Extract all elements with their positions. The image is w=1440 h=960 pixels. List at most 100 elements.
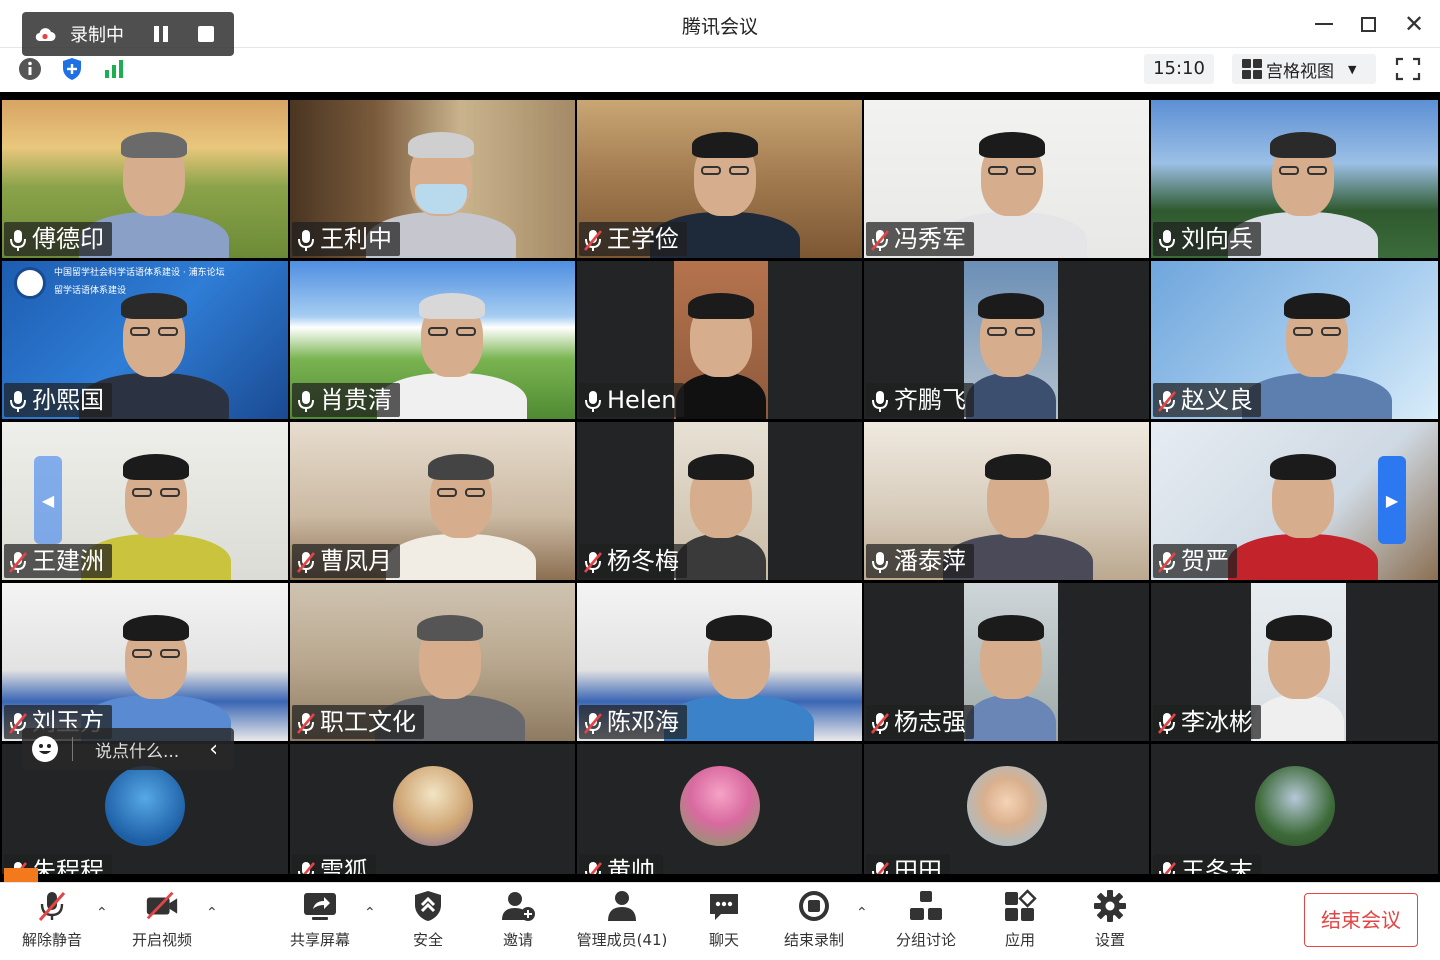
mic-icon xyxy=(8,388,28,412)
fullscreen-button[interactable] xyxy=(1394,56,1422,82)
settings-button[interactable]: 设置 xyxy=(1060,889,1160,951)
participant-name: 齐鹏飞 xyxy=(894,386,966,414)
participant-tile[interactable]: 赵义良 xyxy=(1151,261,1438,419)
manage-members-label: 管理成员(41) xyxy=(576,931,668,949)
security-status-button[interactable] xyxy=(58,56,86,82)
maximize-button[interactable] xyxy=(1350,10,1386,38)
breakout-rooms-button[interactable]: 分组讨论 xyxy=(876,889,976,951)
recording-label: 录制中 xyxy=(70,25,124,46)
mic-muted-icon xyxy=(583,859,603,874)
end-recording-button[interactable]: 结束录制 xyxy=(764,889,864,951)
mic-muted-icon xyxy=(583,710,603,734)
gear-icon xyxy=(1094,890,1126,922)
next-page-button[interactable]: ▶ xyxy=(1378,456,1406,544)
close-button[interactable]: ✕ xyxy=(1396,10,1432,38)
participant-avatar xyxy=(966,766,1047,846)
emoji-icon[interactable] xyxy=(32,736,58,762)
participant-name: 李冰彬 xyxy=(1181,708,1253,736)
chat-input[interactable]: 说点什么... xyxy=(95,737,179,762)
participant-name-tag: 职工文化 xyxy=(292,705,424,739)
participant-tile[interactable]: 黄帅 xyxy=(577,744,862,874)
unmute-button[interactable]: 解除静音 xyxy=(2,889,102,951)
participant-name-tag: Helen xyxy=(579,383,685,417)
video-options-caret[interactable]: ⌃ xyxy=(206,905,222,921)
participant-name-tag: 冯秀军 xyxy=(866,222,974,256)
pause-recording-button[interactable] xyxy=(154,26,170,42)
participant-name: 傅德印 xyxy=(32,225,104,253)
apps-label: 应用 xyxy=(1004,931,1035,949)
participant-tile[interactable]: 潘泰萍 xyxy=(864,422,1149,580)
participant-name-tag: 雪狐 xyxy=(292,854,376,874)
mic-icon xyxy=(870,549,890,573)
security-button[interactable]: 安全 xyxy=(378,889,478,951)
participant-tile[interactable]: 职工文化 xyxy=(290,583,575,741)
participant-tile[interactable]: 杨志强 xyxy=(864,583,1149,741)
participant-tile[interactable]: Helen xyxy=(577,261,862,419)
participant-tile[interactable]: 肖贵清 xyxy=(290,261,575,419)
video-off-icon xyxy=(146,891,178,920)
participant-name-tag: 孙熙国 xyxy=(4,383,112,417)
record-options-caret[interactable]: ⌃ xyxy=(856,905,872,921)
unmute-label: 解除静音 xyxy=(21,931,82,949)
chevron-down-icon: ▼ xyxy=(1348,62,1357,76)
participant-name: 贺严 xyxy=(1181,547,1229,575)
participant-tile[interactable]: 刘向兵 xyxy=(1151,100,1438,258)
participant-name-tag: 黄帅 xyxy=(579,854,663,874)
view-mode-dropdown[interactable]: 宫格视图 ▼ xyxy=(1232,54,1376,84)
mic-muted-icon xyxy=(1157,388,1177,412)
participant-tile[interactable]: 李冰彬 xyxy=(1151,583,1438,741)
participant-tile[interactable]: 王冬末 xyxy=(1151,744,1438,874)
participant-tile[interactable]: 齐鹏飞 xyxy=(864,261,1149,419)
mic-muted-icon xyxy=(1157,710,1177,734)
participant-name: 王利中 xyxy=(320,225,392,253)
participant-tile[interactable]: 刘玉方 xyxy=(2,583,288,741)
participant-tile[interactable]: 中国留学社会科学话语体系建设 · 浦东论坛 留学话语体系建设 孙熙国 xyxy=(2,261,288,419)
participant-name: 冯秀军 xyxy=(894,225,966,253)
participant-name-tag: 贺严 xyxy=(1153,544,1237,578)
participant-name: 雪狐 xyxy=(320,857,368,874)
participant-name-tag: 李冰彬 xyxy=(1153,705,1261,739)
security-label: 安全 xyxy=(412,931,443,949)
participant-tile[interactable]: 冯秀军 xyxy=(864,100,1149,258)
participant-name-tag: 傅德印 xyxy=(4,222,112,256)
participant-tile[interactable]: 田田 xyxy=(864,744,1149,874)
invite-button[interactable]: 邀请 xyxy=(468,889,568,951)
participant-tile[interactable]: 傅德印 xyxy=(2,100,288,258)
start-video-button[interactable]: 开启视频 xyxy=(112,889,212,951)
quick-chat-bar[interactable]: 说点什么... ‹ xyxy=(22,728,234,770)
mic-muted-icon xyxy=(38,892,66,921)
manage-members-button[interactable]: 管理成员(41) xyxy=(570,889,674,951)
security-shield-icon xyxy=(415,891,441,921)
share-screen-button[interactable]: 共享屏幕 xyxy=(270,889,370,951)
participant-avatar xyxy=(392,766,473,846)
meeting-info-button[interactable] xyxy=(16,56,44,82)
bottom-toolbar: 解除静音 ⌃ 开启视频 ⌃ 共享屏幕 ⌃ 安全 邀请 管理成员(41) 聊天 结… xyxy=(0,882,1440,960)
participant-tile[interactable]: 杨冬梅 xyxy=(577,422,862,580)
participant-tile[interactable]: 雪狐 xyxy=(290,744,575,874)
participant-avatar xyxy=(105,766,185,846)
audio-options-caret[interactable]: ⌃ xyxy=(96,905,112,921)
fullscreen-icon xyxy=(1395,57,1421,81)
participant-avatar xyxy=(1254,766,1335,846)
apps-button[interactable]: 应用 xyxy=(970,889,1070,951)
minimize-icon xyxy=(1315,23,1333,25)
minimize-button[interactable] xyxy=(1306,10,1342,38)
shield-icon xyxy=(63,58,81,80)
network-status-button[interactable] xyxy=(100,56,128,82)
chat-button[interactable]: 聊天 xyxy=(674,889,774,951)
participant-tile[interactable]: 王学俭 xyxy=(577,100,862,258)
participant-name: 刘向兵 xyxy=(1181,225,1253,253)
participant-tile[interactable]: 陈邓海 xyxy=(577,583,862,741)
participant-name: 陈邓海 xyxy=(607,708,679,736)
stop-recording-button[interactable] xyxy=(198,26,214,42)
participant-tile[interactable]: 曹凤月 xyxy=(290,422,575,580)
end-meeting-button[interactable]: 结束会议 xyxy=(1304,893,1418,947)
participant-name-tag: 王学俭 xyxy=(579,222,687,256)
view-mode-label: 宫格视图 xyxy=(1266,61,1334,82)
previous-page-button[interactable]: ◀ xyxy=(34,456,62,544)
participant-name: 王冬末 xyxy=(1181,857,1253,874)
participant-name-tag: 杨冬梅 xyxy=(579,544,687,578)
chevron-left-icon[interactable]: ‹ xyxy=(209,737,218,762)
apps-icon xyxy=(1005,889,1037,921)
participant-tile[interactable]: 王利中 xyxy=(290,100,575,258)
